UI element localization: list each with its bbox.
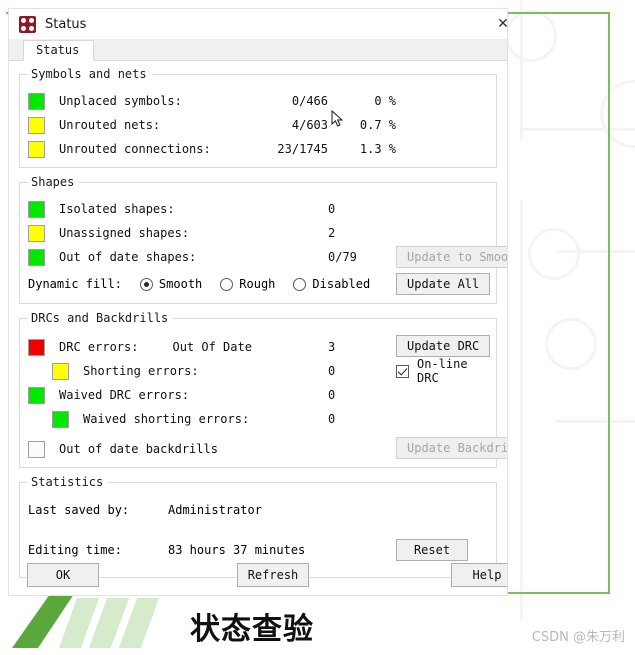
value-unrouted-connections-count: 23/1745: [277, 142, 328, 156]
label-unassigned-shapes: Unassigned shapes:: [59, 226, 190, 240]
value-unrouted-connections-percent: 1.3 %: [359, 142, 396, 156]
value-unplaced-symbols-percent: 0 %: [374, 94, 396, 108]
group-drcs-and-backdrills: DRCs and Backdrills DRC errors: Out Of D…: [19, 311, 507, 468]
row-unplaced-symbols: Unplaced symbols: 0/466 0 %: [28, 89, 488, 113]
tabstrip: Status: [9, 39, 507, 61]
row-last-saved-by: Last saved by: Administrator: [28, 495, 488, 525]
value-drc-errors: 3: [328, 340, 336, 354]
label-last-saved-by: Last saved by:: [28, 503, 130, 517]
update-drc-button[interactable]: Update DRC: [396, 335, 491, 357]
refresh-button[interactable]: Refresh: [237, 563, 309, 587]
dialog-footer: OK Refresh Help: [9, 563, 507, 589]
radio-button-icon: [139, 277, 153, 291]
radio-label-rough: Rough: [239, 277, 276, 291]
label-out-of-date-shapes: Out of date shapes:: [59, 250, 197, 264]
label-editing-time: Editing time:: [28, 543, 122, 557]
status-swatch-yellow: [52, 362, 69, 380]
radio-label-disabled: Disabled: [312, 277, 371, 291]
label-waived-shorting-errors: Waived shorting errors:: [83, 412, 250, 426]
value-unrouted-nets-percent: 0.7 %: [359, 118, 396, 132]
row-unrouted-nets: Unrouted nets: 4/603 0.7 %: [28, 113, 488, 137]
label-online-drc: On-line DRC: [417, 357, 468, 385]
group-shapes-legend: Shapes: [31, 175, 75, 189]
reset-button[interactable]: Reset: [396, 539, 468, 561]
label-isolated-shapes: Isolated shapes:: [59, 202, 175, 216]
row-out-of-date-backdrills: Out of date backdrills Update Backdrill: [28, 437, 507, 461]
status-app-icon: [19, 15, 36, 33]
label-unrouted-nets: Unrouted nets:: [59, 118, 161, 132]
value-unrouted-nets-count: 4/603: [291, 118, 328, 132]
row-isolated-shapes: Isolated shapes: 0: [28, 197, 488, 221]
value-isolated-shapes: 0: [328, 202, 336, 216]
label-unrouted-connections: Unrouted connections:: [59, 142, 211, 156]
checkbox-icon: [396, 364, 409, 378]
status-dialog: Status ✕ Status Symbols and nets Unplace…: [8, 8, 508, 596]
status-swatch-green: [28, 386, 45, 404]
row-out-of-date-shapes: Out of date shapes: 0/79 Update to Smoot…: [28, 245, 507, 269]
value-unassigned-shapes: 2: [328, 226, 336, 240]
ok-button[interactable]: OK: [27, 563, 99, 587]
label-waived-drc-errors: Waived DRC errors:: [59, 388, 190, 402]
tab-status[interactable]: Status: [23, 40, 95, 61]
dialog-titlebar: Status ✕: [9, 9, 507, 39]
row-unassigned-shapes: Unassigned shapes: 2: [28, 221, 488, 245]
group-drcs-legend: DRCs and Backdrills: [31, 311, 169, 325]
status-swatch-yellow: [28, 224, 45, 242]
row-dynamic-fill: Dynamic fill: Smooth Rough Disabled Upda…: [28, 271, 491, 297]
update-backdrill-button[interactable]: Update Backdrill: [396, 437, 507, 459]
status-swatch-green: [52, 410, 69, 428]
radio-button-icon: [293, 277, 307, 291]
radio-button-icon: [220, 277, 234, 291]
slide-accent-graphic: [12, 592, 192, 650]
close-icon[interactable]: ✕: [495, 16, 507, 32]
value-out-of-date-shapes: 0/79: [328, 250, 357, 264]
value-editing-time: 83 hours 37 minutes: [168, 543, 306, 557]
status-swatch-empty: [28, 440, 45, 458]
row-waived-drc-errors: Waived DRC errors: 0: [28, 383, 488, 407]
group-symbols-and-nets: Symbols and nets Unplaced symbols: 0/466…: [19, 67, 497, 168]
group-statistics-legend: Statistics: [31, 475, 104, 489]
label-shorting-errors: Shorting errors:: [83, 364, 199, 378]
value-drc-errors-state: Out Of Date: [172, 340, 252, 354]
label-drc-errors: DRC errors:: [59, 340, 139, 354]
row-editing-time: Editing time: 83 hours 37 minutes Reset: [28, 535, 488, 565]
value-shorting-errors: 0: [328, 364, 336, 378]
row-drc-errors: DRC errors: Out Of Date 3 Update DRC: [28, 335, 491, 359]
row-shorting-errors: Shorting errors: 0 On-line DRC: [28, 357, 488, 385]
checkbox-online-drc[interactable]: On-line DRC: [396, 357, 488, 385]
group-symbols-and-nets-legend: Symbols and nets: [31, 67, 147, 81]
help-button[interactable]: Help: [451, 563, 507, 587]
group-shapes: Shapes Isolated shapes: 0 Unassigned sha…: [19, 175, 507, 304]
radio-label-smooth: Smooth: [158, 277, 203, 291]
status-swatch-green: [28, 200, 45, 218]
radio-dynamic-fill-rough[interactable]: Rough: [220, 277, 275, 291]
row-unrouted-connections: Unrouted connections: 23/1745 1.3 %: [28, 137, 488, 161]
row-waived-shorting-errors: Waived shorting errors: 0: [28, 407, 488, 431]
radio-dynamic-fill-smooth[interactable]: Smooth: [139, 277, 203, 291]
label-unplaced-symbols: Unplaced symbols:: [59, 94, 182, 108]
status-swatch-yellow: [28, 116, 45, 134]
dialog-body: Symbols and nets Unplaced symbols: 0/466…: [9, 61, 507, 595]
status-swatch-green: [28, 92, 45, 110]
value-last-saved-by: Administrator: [168, 503, 262, 517]
value-waived-shorting-errors: 0: [328, 412, 336, 426]
label-out-of-date-backdrills: Out of date backdrills: [59, 442, 218, 456]
dialog-title: Status: [45, 16, 87, 32]
watermark: CSDN @朱万利: [531, 630, 625, 645]
label-dynamic-fill: Dynamic fill:: [28, 277, 122, 291]
slide-title: 状态查验: [190, 612, 314, 647]
update-all-button[interactable]: Update All: [396, 273, 491, 295]
value-unplaced-symbols-count: 0/466: [291, 94, 328, 108]
update-to-smooth-button[interactable]: Update to Smooth: [396, 246, 507, 268]
radio-dynamic-fill-disabled[interactable]: Disabled: [293, 277, 370, 291]
value-waived-drc-errors: 0: [328, 388, 336, 402]
status-swatch-red: [28, 338, 45, 356]
status-swatch-yellow: [28, 140, 45, 158]
status-swatch-green: [28, 248, 45, 266]
